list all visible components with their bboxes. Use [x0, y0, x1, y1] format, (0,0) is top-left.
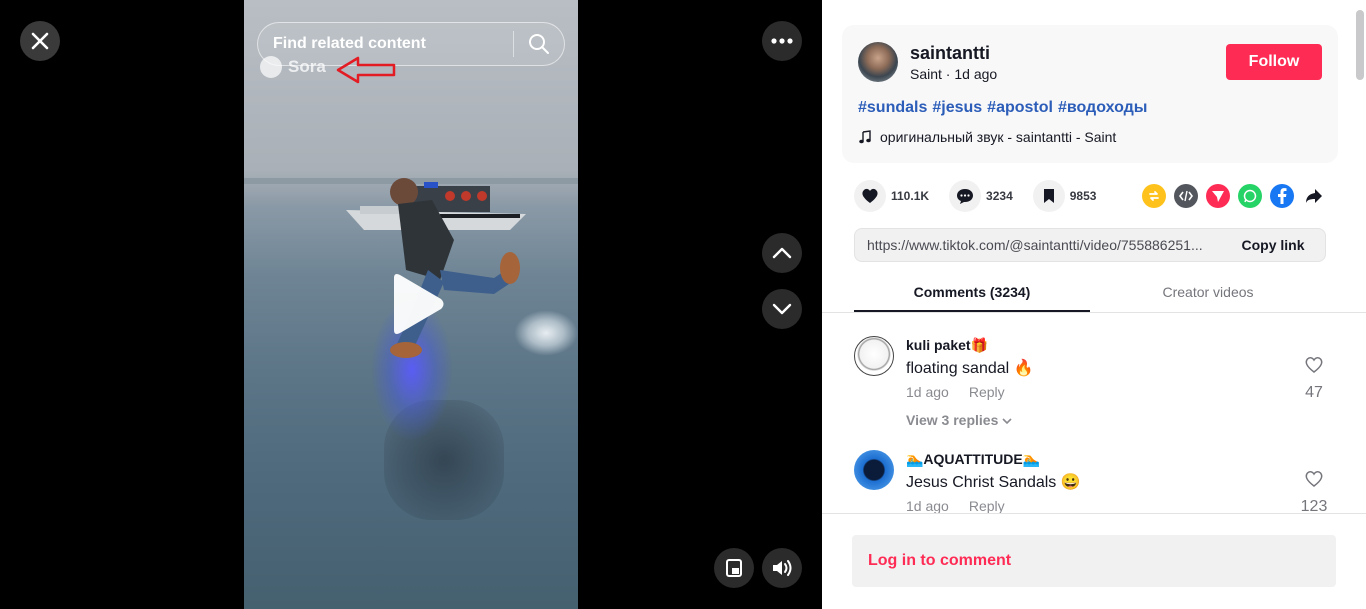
comment-count: 3234: [986, 189, 1013, 203]
author-card: saintantti Saint · 1d ago Follow #sundal…: [842, 25, 1338, 163]
share-url[interactable]: https://www.tiktok.com/@saintantti/video…: [855, 237, 1221, 253]
save-count: 9853: [1069, 189, 1097, 203]
hashtag-link[interactable]: #sundals: [858, 99, 927, 117]
engagement-stats: 110.1K 3234 9853: [854, 178, 1116, 214]
music-note-icon: [859, 130, 871, 144]
view-replies-button[interactable]: View 3 replies: [906, 412, 1012, 428]
share-arrow-icon[interactable]: [1302, 184, 1326, 208]
volume-icon: [773, 560, 792, 576]
more-options-button[interactable]: [762, 21, 802, 61]
commenter-name[interactable]: 🏊AQUATTITUDE🏊: [906, 451, 1040, 468]
comment-like-count: 47: [1305, 384, 1323, 401]
save-stat[interactable]: 9853: [1032, 180, 1097, 212]
next-video-button[interactable]: [762, 289, 802, 329]
search-icon[interactable]: [514, 33, 564, 55]
comment-like-count: 123: [1300, 498, 1328, 513]
comment-item: kuli paket🎁 floating sandal 🔥 1d ago Rep…: [854, 336, 1334, 446]
heart-icon[interactable]: [854, 180, 886, 212]
heart-outline-icon: [1305, 471, 1323, 487]
whatsapp-icon[interactable]: [1238, 184, 1262, 208]
comment-like-button[interactable]: [1302, 356, 1326, 379]
login-to-comment-button[interactable]: Log in to comment: [852, 535, 1336, 587]
reply-button[interactable]: Reply: [969, 384, 1005, 400]
pip-button[interactable]: [714, 548, 754, 588]
comment-item: 🏊AQUATTITUDE🏊 Jesus Christ Sandals 😀 1d …: [854, 450, 1334, 513]
comment-text: floating sandal 🔥: [906, 360, 1034, 377]
comment-time: 1d ago: [906, 498, 949, 513]
view-replies-label: View 3 replies: [906, 412, 999, 428]
commenter-avatar[interactable]: [854, 450, 894, 490]
sora-watermark: Sora: [260, 56, 326, 78]
facebook-icon[interactable]: [1270, 184, 1294, 208]
video-player[interactable]: Find related content Sora: [0, 0, 822, 609]
panel-tabs: Comments (3234) Creator videos: [854, 274, 1326, 312]
reply-button[interactable]: Reply: [969, 498, 1005, 513]
sound-title: оригинальный звук - saintantti - Saint: [880, 129, 1117, 145]
heart-outline-icon: [1305, 357, 1323, 373]
details-panel: saintantti Saint · 1d ago Follow #sundal…: [822, 0, 1366, 609]
share-icons: [1142, 184, 1326, 208]
bookmark-icon[interactable]: [1032, 180, 1065, 212]
comment-meta: 1d ago Reply: [906, 384, 1005, 400]
comment-stat[interactable]: 3234: [949, 180, 1013, 212]
copy-link-button[interactable]: Copy link: [1221, 237, 1325, 253]
comment-icon[interactable]: [949, 180, 982, 212]
sora-label: Sora: [288, 57, 326, 76]
hashtag-link[interactable]: #apostol: [987, 99, 1053, 117]
sound-link[interactable]: оригинальный звук - saintantti - Saint: [858, 129, 1116, 145]
sora-logo-icon: [260, 56, 282, 78]
red-arrow-annotation: [336, 56, 396, 84]
chevron-down-icon: [1002, 418, 1012, 425]
comment-list[interactable]: kuli paket🎁 floating sandal 🔥 1d ago Rep…: [822, 313, 1366, 513]
close-icon: [31, 32, 49, 50]
embed-icon[interactable]: [1174, 184, 1198, 208]
picture-in-picture-icon: [726, 559, 742, 577]
share-link-box[interactable]: https://www.tiktok.com/@saintantti/video…: [854, 228, 1326, 262]
hashtag-link[interactable]: #водоходы: [1058, 99, 1148, 117]
author-subtitle: Saint · 1d ago: [910, 66, 998, 82]
like-stat[interactable]: 110.1K: [854, 180, 929, 212]
panel-scrollbar[interactable]: [1356, 10, 1364, 80]
author-avatar[interactable]: [858, 42, 898, 82]
search-placeholder: Find related content: [273, 35, 426, 52]
comment-time: 1d ago: [906, 384, 949, 400]
ellipsis-icon: [771, 38, 793, 44]
previous-video-button[interactable]: [762, 233, 802, 273]
tab-creator-videos[interactable]: Creator videos: [1090, 274, 1326, 312]
commenter-name[interactable]: kuli paket🎁: [906, 337, 988, 354]
tab-comments[interactable]: Comments (3234): [854, 274, 1090, 312]
comment-text: Jesus Christ Sandals 😀: [906, 474, 1081, 491]
comments-divider: [822, 513, 1366, 514]
repost-icon[interactable]: [1142, 184, 1166, 208]
hashtags: #sundals #jesus #apostol #водоходы: [858, 99, 1147, 117]
send-icon[interactable]: [1206, 184, 1230, 208]
app-root: Find related content Sora saintantti Sai…: [0, 0, 1366, 609]
comment-like-button[interactable]: [1302, 470, 1326, 493]
author-username[interactable]: saintantti: [910, 43, 990, 64]
volume-button[interactable]: [762, 548, 802, 588]
follow-button[interactable]: Follow: [1226, 44, 1322, 80]
comment-meta: 1d ago Reply: [906, 498, 1005, 513]
hashtag-link[interactable]: #jesus: [932, 99, 982, 117]
commenter-avatar[interactable]: [854, 336, 894, 376]
chevron-up-icon: [772, 247, 792, 259]
like-count: 110.1K: [891, 189, 930, 203]
play-icon[interactable]: [388, 272, 446, 341]
chevron-down-icon: [772, 303, 792, 315]
close-button[interactable]: [20, 21, 60, 61]
